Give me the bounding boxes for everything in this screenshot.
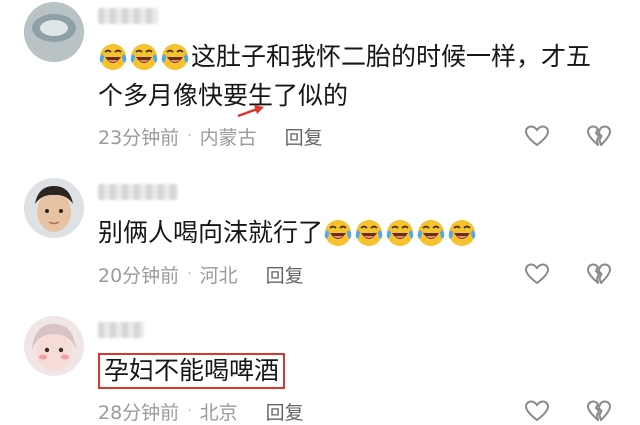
- comment-text: 这肚子和我怀二胎的时候一样，才五: [98, 41, 591, 73]
- laughing-crying-emoji: [385, 218, 415, 248]
- timestamp: 28分钟前: [98, 401, 180, 424]
- annotation-arrow: [237, 105, 264, 118]
- comment-meta: 28分钟前 · 北京 回复: [98, 398, 304, 424]
- comment-text-line2: 个多月像快要生了似的: [98, 81, 349, 110]
- comment-meta: 20分钟前 · 河北 回复: [98, 261, 304, 287]
- username[interactable]: [98, 184, 178, 200]
- avatar[interactable]: [24, 2, 84, 62]
- heart-outline-icon[interactable]: [524, 124, 550, 148]
- separator-dot: ·: [187, 128, 192, 144]
- heart-outline-icon[interactable]: [524, 399, 550, 423]
- highlighted-comment-text: 孕妇不能喝啤酒: [98, 353, 286, 389]
- timestamp: 20分钟前: [98, 264, 180, 287]
- laughing-crying-emoji: [447, 218, 477, 248]
- location: 内蒙古: [199, 126, 257, 149]
- reply-button[interactable]: 回复: [285, 123, 323, 150]
- laughing-crying-emoji: [416, 218, 446, 248]
- comment-text: 别俩人喝向沫就行了: [98, 217, 478, 249]
- heart-outline-icon[interactable]: [524, 262, 550, 286]
- laughing-crying-emoji: [129, 42, 159, 72]
- comment-text: 孕妇不能喝啤酒: [98, 353, 286, 389]
- location: 河北: [199, 264, 238, 287]
- location: 北京: [199, 401, 238, 424]
- separator-dot: ·: [187, 266, 192, 282]
- avatar[interactable]: [24, 316, 84, 376]
- reply-button[interactable]: 回复: [266, 398, 304, 425]
- laughing-crying-emoji: [98, 42, 128, 72]
- separator-dot: ·: [187, 403, 192, 419]
- broken-heart-icon[interactable]: [586, 262, 612, 286]
- username[interactable]: [98, 322, 144, 338]
- timestamp: 23分钟前: [98, 126, 180, 149]
- avatar[interactable]: [24, 178, 84, 238]
- comment-meta: 23分钟前 · 内蒙古 回复: [98, 123, 323, 149]
- reply-button[interactable]: 回复: [266, 261, 304, 288]
- broken-heart-icon[interactable]: [586, 399, 612, 423]
- laughing-crying-emoji: [354, 218, 384, 248]
- broken-heart-icon[interactable]: [586, 124, 612, 148]
- laughing-crying-emoji: [323, 218, 353, 248]
- laughing-crying-emoji: [160, 42, 190, 72]
- username[interactable]: [98, 8, 158, 24]
